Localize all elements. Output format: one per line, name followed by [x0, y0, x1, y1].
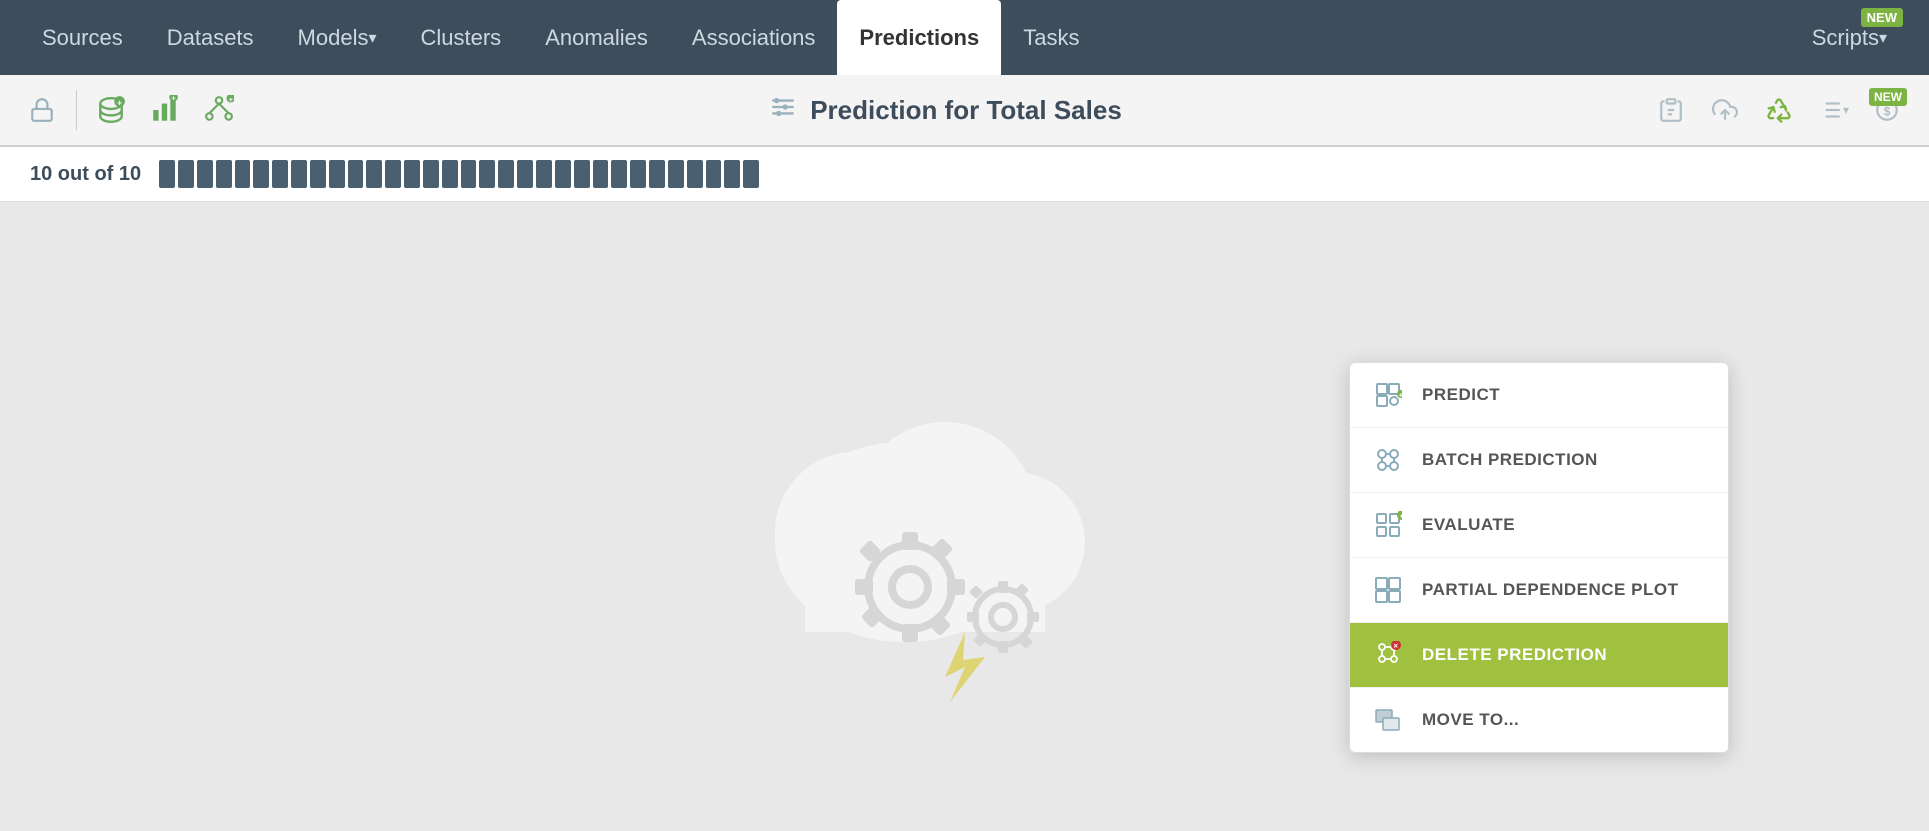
nav-scripts-wrap: Scripts NEW [1790, 0, 1909, 75]
progress-segment [178, 160, 194, 188]
toolbar-new-badge: NEW [1869, 88, 1907, 106]
upload-icon [1712, 97, 1738, 123]
progress-segment [743, 160, 759, 188]
progress-segment [517, 160, 533, 188]
menu-item-pdp[interactable]: PARTIAL DEPENDENCE PLOT [1350, 558, 1728, 623]
loading-illustration [725, 322, 1205, 702]
progress-segment [724, 160, 740, 188]
nav-predictions[interactable]: Predictions [837, 0, 1001, 75]
evaluate-icon: + [1370, 507, 1406, 543]
progress-segment [593, 160, 609, 188]
nav-sources[interactable]: Sources [20, 0, 145, 75]
menu-item-move[interactable]: MOVE TO... [1350, 688, 1728, 752]
list-dropdown-button[interactable]: ▾ [1809, 86, 1857, 134]
menu-item-delete[interactable]: × DELETE PREDICTION [1350, 623, 1728, 688]
progress-segment [348, 160, 364, 188]
sliders-icon [768, 92, 798, 129]
toolbar-right-actions: ▾ $ NEW [1647, 86, 1911, 134]
progress-segment [197, 160, 213, 188]
pdp-icon [1370, 572, 1406, 608]
nav-models[interactable]: Models [276, 0, 399, 75]
svg-text:+: + [229, 95, 234, 104]
progress-segment [498, 160, 514, 188]
nav-tasks[interactable]: Tasks [1001, 0, 1101, 75]
main-content: + PREDICT BATCH PREDICTION [0, 202, 1929, 822]
menu-label-predict: PREDICT [1422, 385, 1500, 405]
network-icon: + [204, 95, 234, 125]
menu-label-batch: BATCH PREDICTION [1422, 450, 1598, 470]
toolbar: + + + [0, 75, 1929, 147]
toolbar-title: Prediction for Total Sales [810, 95, 1122, 126]
progress-segment [404, 160, 420, 188]
batch-icon [1370, 442, 1406, 478]
chart-button[interactable]: + [141, 86, 189, 134]
progress-segment [159, 160, 175, 188]
progress-segment [630, 160, 646, 188]
cloud-gears-svg [725, 322, 1205, 702]
nav-datasets[interactable]: Datasets [145, 0, 276, 75]
progress-segment [649, 160, 665, 188]
progress-segment [536, 160, 552, 188]
network-button[interactable]: + [195, 86, 243, 134]
progress-segment [668, 160, 684, 188]
upload-button[interactable] [1701, 86, 1749, 134]
top-navigation: Sources Datasets Models Clusters Anomali… [0, 0, 1929, 75]
progress-segment [366, 160, 382, 188]
nav-anomalies[interactable]: Anomalies [523, 0, 670, 75]
progress-segment [479, 160, 495, 188]
progress-label: 10 out of 10 [30, 163, 141, 186]
nav-associations[interactable]: Associations [670, 0, 838, 75]
menu-label-delete: DELETE PREDICTION [1422, 645, 1607, 665]
progress-segment [216, 160, 232, 188]
dropdown-menu: + PREDICT BATCH PREDICTION [1349, 362, 1729, 753]
progress-bar-area: 10 out of 10 [0, 147, 1929, 202]
lock-icon [29, 97, 55, 123]
toolbar-title-area: Prediction for Total Sales [249, 92, 1641, 129]
svg-text:+: + [171, 95, 176, 102]
menu-item-predict[interactable]: + PREDICT [1350, 363, 1728, 428]
dataset-button[interactable]: + [87, 86, 135, 134]
progress-segment [310, 160, 326, 188]
menu-label-move: MOVE TO... [1422, 710, 1519, 730]
delete-icon: × [1370, 637, 1406, 673]
recycle-icon [1765, 96, 1793, 124]
menu-item-evaluate[interactable]: + EVALUATE [1350, 493, 1728, 558]
progress-segment [687, 160, 703, 188]
progress-segment [253, 160, 269, 188]
clipboard-icon [1658, 97, 1684, 123]
progress-segment [385, 160, 401, 188]
svg-text:+: + [1399, 393, 1402, 400]
progress-segment [611, 160, 627, 188]
move-icon [1370, 702, 1406, 738]
progress-segment [555, 160, 571, 188]
chart-icon: + [150, 95, 180, 125]
toolbar-divider-1 [76, 90, 77, 130]
progress-bar-track [159, 160, 759, 188]
progress-segment [574, 160, 590, 188]
progress-segment [272, 160, 288, 188]
menu-label-evaluate: EVALUATE [1422, 515, 1515, 535]
progress-segment [706, 160, 722, 188]
svg-text:+: + [117, 98, 122, 108]
svg-text:$: $ [1884, 104, 1891, 118]
progress-segment [329, 160, 345, 188]
menu-label-pdp: PARTIAL DEPENDENCE PLOT [1422, 580, 1678, 600]
recycle-button[interactable] [1755, 86, 1803, 134]
predict-icon: + [1370, 377, 1406, 413]
nav-clusters[interactable]: Clusters [399, 0, 524, 75]
lock-button[interactable] [18, 86, 66, 134]
dataset-icon: + [96, 95, 126, 125]
svg-text:×: × [1393, 642, 1398, 651]
list-icon [1817, 97, 1843, 123]
svg-text:+: + [1400, 514, 1402, 521]
clipboard-button[interactable] [1647, 86, 1695, 134]
progress-segment [461, 160, 477, 188]
menu-item-batch[interactable]: BATCH PREDICTION [1350, 428, 1728, 493]
progress-segment [235, 160, 251, 188]
nav-new-badge: NEW [1861, 8, 1903, 27]
progress-segment [423, 160, 439, 188]
progress-segment [291, 160, 307, 188]
progress-segment [442, 160, 458, 188]
